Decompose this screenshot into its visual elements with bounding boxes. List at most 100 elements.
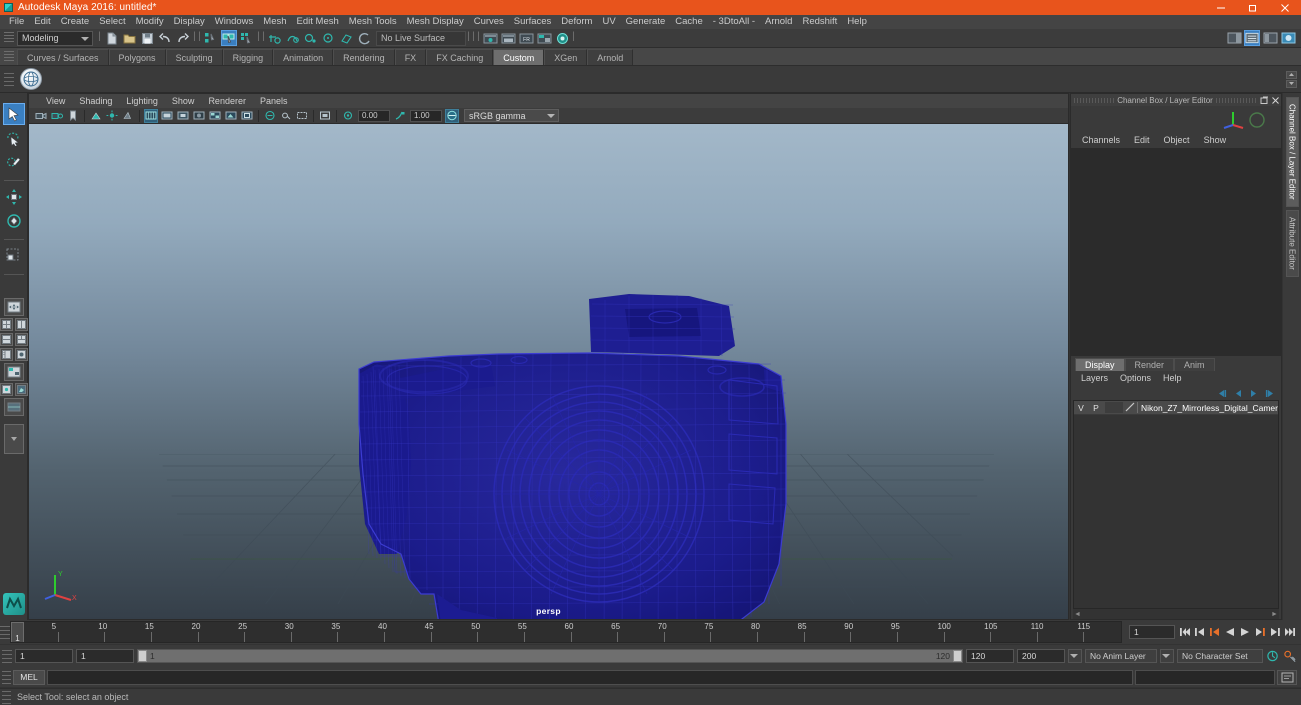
smooth-shade-selected-icon[interactable]	[176, 109, 190, 123]
menu-mesh-display[interactable]: Mesh Display	[402, 15, 469, 29]
shelf-tab-rendering[interactable]: Rendering	[333, 49, 395, 65]
channel-box-content[interactable]	[1071, 148, 1281, 356]
save-scene-icon[interactable]	[139, 30, 155, 46]
view-transform-toggle-icon[interactable]	[445, 108, 459, 123]
tool-settings-icon[interactable]	[1262, 30, 1278, 46]
gamma-field[interactable]: 1.00	[410, 109, 442, 122]
custom-sphere-shelf-icon[interactable]	[20, 68, 42, 90]
uv-editor-layout[interactable]	[14, 383, 28, 396]
two-sided-lighting-icon[interactable]	[105, 109, 119, 123]
textured-icon[interactable]	[208, 109, 222, 123]
layer-menu-help[interactable]: Help	[1157, 371, 1188, 386]
animation-end-time-field[interactable]: 200	[1017, 649, 1065, 663]
select-by-object-icon[interactable]	[221, 30, 237, 46]
menu-arnold[interactable]: Arnold	[760, 15, 797, 29]
range-slider-right-handle[interactable]	[953, 650, 962, 662]
menu-3dtoall[interactable]: - 3DtoAll -	[708, 15, 760, 29]
extra-layout-bar[interactable]	[3, 398, 24, 416]
menu-generate[interactable]: Generate	[621, 15, 671, 29]
shelf-scroll-up-icon[interactable]	[1286, 70, 1297, 79]
layer-tab-anim[interactable]: Anim	[1174, 358, 1215, 371]
hypershade-icon[interactable]	[536, 30, 552, 46]
go-to-start-icon[interactable]	[1178, 624, 1192, 640]
shelf-tabs-grip[interactable]	[4, 49, 14, 63]
menu-mesh-tools[interactable]: Mesh Tools	[344, 15, 402, 29]
snap-to-view-plane-icon[interactable]	[339, 30, 355, 46]
anim-layer-selector[interactable]: No Anim Layer	[1085, 649, 1157, 663]
shelf-tab-arnold[interactable]: Arnold	[587, 49, 634, 65]
menu-select[interactable]: Select	[94, 15, 130, 29]
layer-menu-layers[interactable]: Layers	[1075, 371, 1114, 386]
use-default-lighting-icon[interactable]	[224, 109, 238, 123]
channel-box-menu-object[interactable]: Object	[1157, 132, 1197, 148]
shadows-icon[interactable]	[121, 109, 135, 123]
shelf-scroll-down-icon[interactable]	[1286, 79, 1297, 88]
scale-tool[interactable]	[3, 245, 25, 267]
shelf-tab-fx-caching[interactable]: FX Caching	[426, 49, 494, 65]
camera-attributes-icon[interactable]	[50, 109, 64, 123]
menu-cache[interactable]: Cache	[670, 15, 707, 29]
xray-icon[interactable]	[263, 109, 277, 123]
layer-move-down-icon[interactable]	[1248, 388, 1259, 399]
scroll-right-icon[interactable]: ►	[1270, 610, 1279, 619]
lasso-select-tool[interactable]	[3, 127, 25, 149]
help-line-grip[interactable]	[2, 690, 11, 704]
new-scene-icon[interactable]	[103, 30, 119, 46]
snap-to-grid-icon[interactable]	[267, 30, 283, 46]
play-forwards-icon[interactable]	[1238, 624, 1252, 640]
snap-to-curve-icon[interactable]	[285, 30, 301, 46]
anim-layer-dropdown[interactable]	[1160, 649, 1174, 663]
character-set-selector[interactable]: No Character Set	[1177, 649, 1263, 663]
menu-redshift[interactable]: Redshift	[797, 15, 842, 29]
hardware-texturing-icon[interactable]	[240, 109, 254, 123]
gamma-icon[interactable]	[393, 109, 407, 123]
script-language-button[interactable]: MEL	[13, 669, 45, 685]
move-tool[interactable]	[3, 186, 25, 208]
undock-button[interactable]	[1259, 95, 1270, 106]
range-slider-left-handle[interactable]	[138, 650, 147, 662]
snap-to-projected-center-icon[interactable]	[321, 30, 337, 46]
menu-create[interactable]: Create	[56, 15, 95, 29]
layer-name[interactable]: Nikon_Z7_Mirrorless_Digital_Camera_Body	[1138, 403, 1278, 413]
channel-box-menu-edit[interactable]: Edit	[1127, 132, 1157, 148]
range-slider[interactable]: 1 120	[137, 649, 963, 663]
color-management-toggle-icon[interactable]	[318, 109, 332, 123]
render-settings-icon[interactable]: FR	[518, 30, 534, 46]
shelf-tab-rigging[interactable]: Rigging	[222, 49, 274, 65]
menu-file[interactable]: File	[4, 15, 29, 29]
step-forward-frame-icon[interactable]	[1268, 624, 1282, 640]
vertical-tab-attribute-editor[interactable]: Attribute Editor	[1285, 209, 1299, 277]
two-pane-stacked-layout[interactable]	[0, 333, 13, 346]
menu-set-selector[interactable]: Modeling	[17, 30, 93, 46]
shelf-tab-xgen[interactable]: XGen	[544, 49, 588, 65]
viewport-menu-view[interactable]: View	[39, 94, 72, 108]
menu-modify[interactable]: Modify	[131, 15, 169, 29]
render-view-icon[interactable]	[554, 30, 570, 46]
close-button[interactable]	[1269, 0, 1301, 15]
three-pane-layout[interactable]	[14, 333, 28, 346]
close-icon[interactable]	[1270, 95, 1281, 106]
menu-curves[interactable]: Curves	[469, 15, 509, 29]
playback-end-time-field[interactable]: 120	[966, 649, 1014, 663]
play-backwards-icon[interactable]	[1223, 624, 1237, 640]
dock-drag-handle-left[interactable]	[1074, 97, 1115, 103]
persp-graph-layout[interactable]	[3, 363, 24, 381]
step-back-key-icon[interactable]	[1208, 624, 1222, 640]
minimize-button[interactable]	[1205, 0, 1237, 15]
snap-to-point-icon[interactable]	[303, 30, 319, 46]
menu-deform[interactable]: Deform	[556, 15, 597, 29]
menu-windows[interactable]: Windows	[210, 15, 259, 29]
image-plane-icon[interactable]	[89, 109, 103, 123]
xray-joints-icon[interactable]	[279, 109, 293, 123]
menu-help[interactable]: Help	[842, 15, 872, 29]
layer-color-swatch-icon[interactable]	[1124, 402, 1137, 413]
viewport-menu-shading[interactable]: Shading	[72, 94, 119, 108]
menu-surfaces[interactable]: Surfaces	[509, 15, 557, 29]
select-tool[interactable]	[2, 103, 25, 125]
auto-keyframe-icon[interactable]	[1266, 648, 1280, 664]
viewport-menu-renderer[interactable]: Renderer	[201, 94, 253, 108]
layer-playback-toggle[interactable]: P	[1088, 403, 1104, 413]
scroll-left-icon[interactable]: ◄	[1073, 610, 1082, 619]
command-line-grip[interactable]	[2, 669, 11, 685]
vertical-tab-channel-box-layer-editor[interactable]: Channel Box / Layer Editor	[1285, 97, 1299, 207]
